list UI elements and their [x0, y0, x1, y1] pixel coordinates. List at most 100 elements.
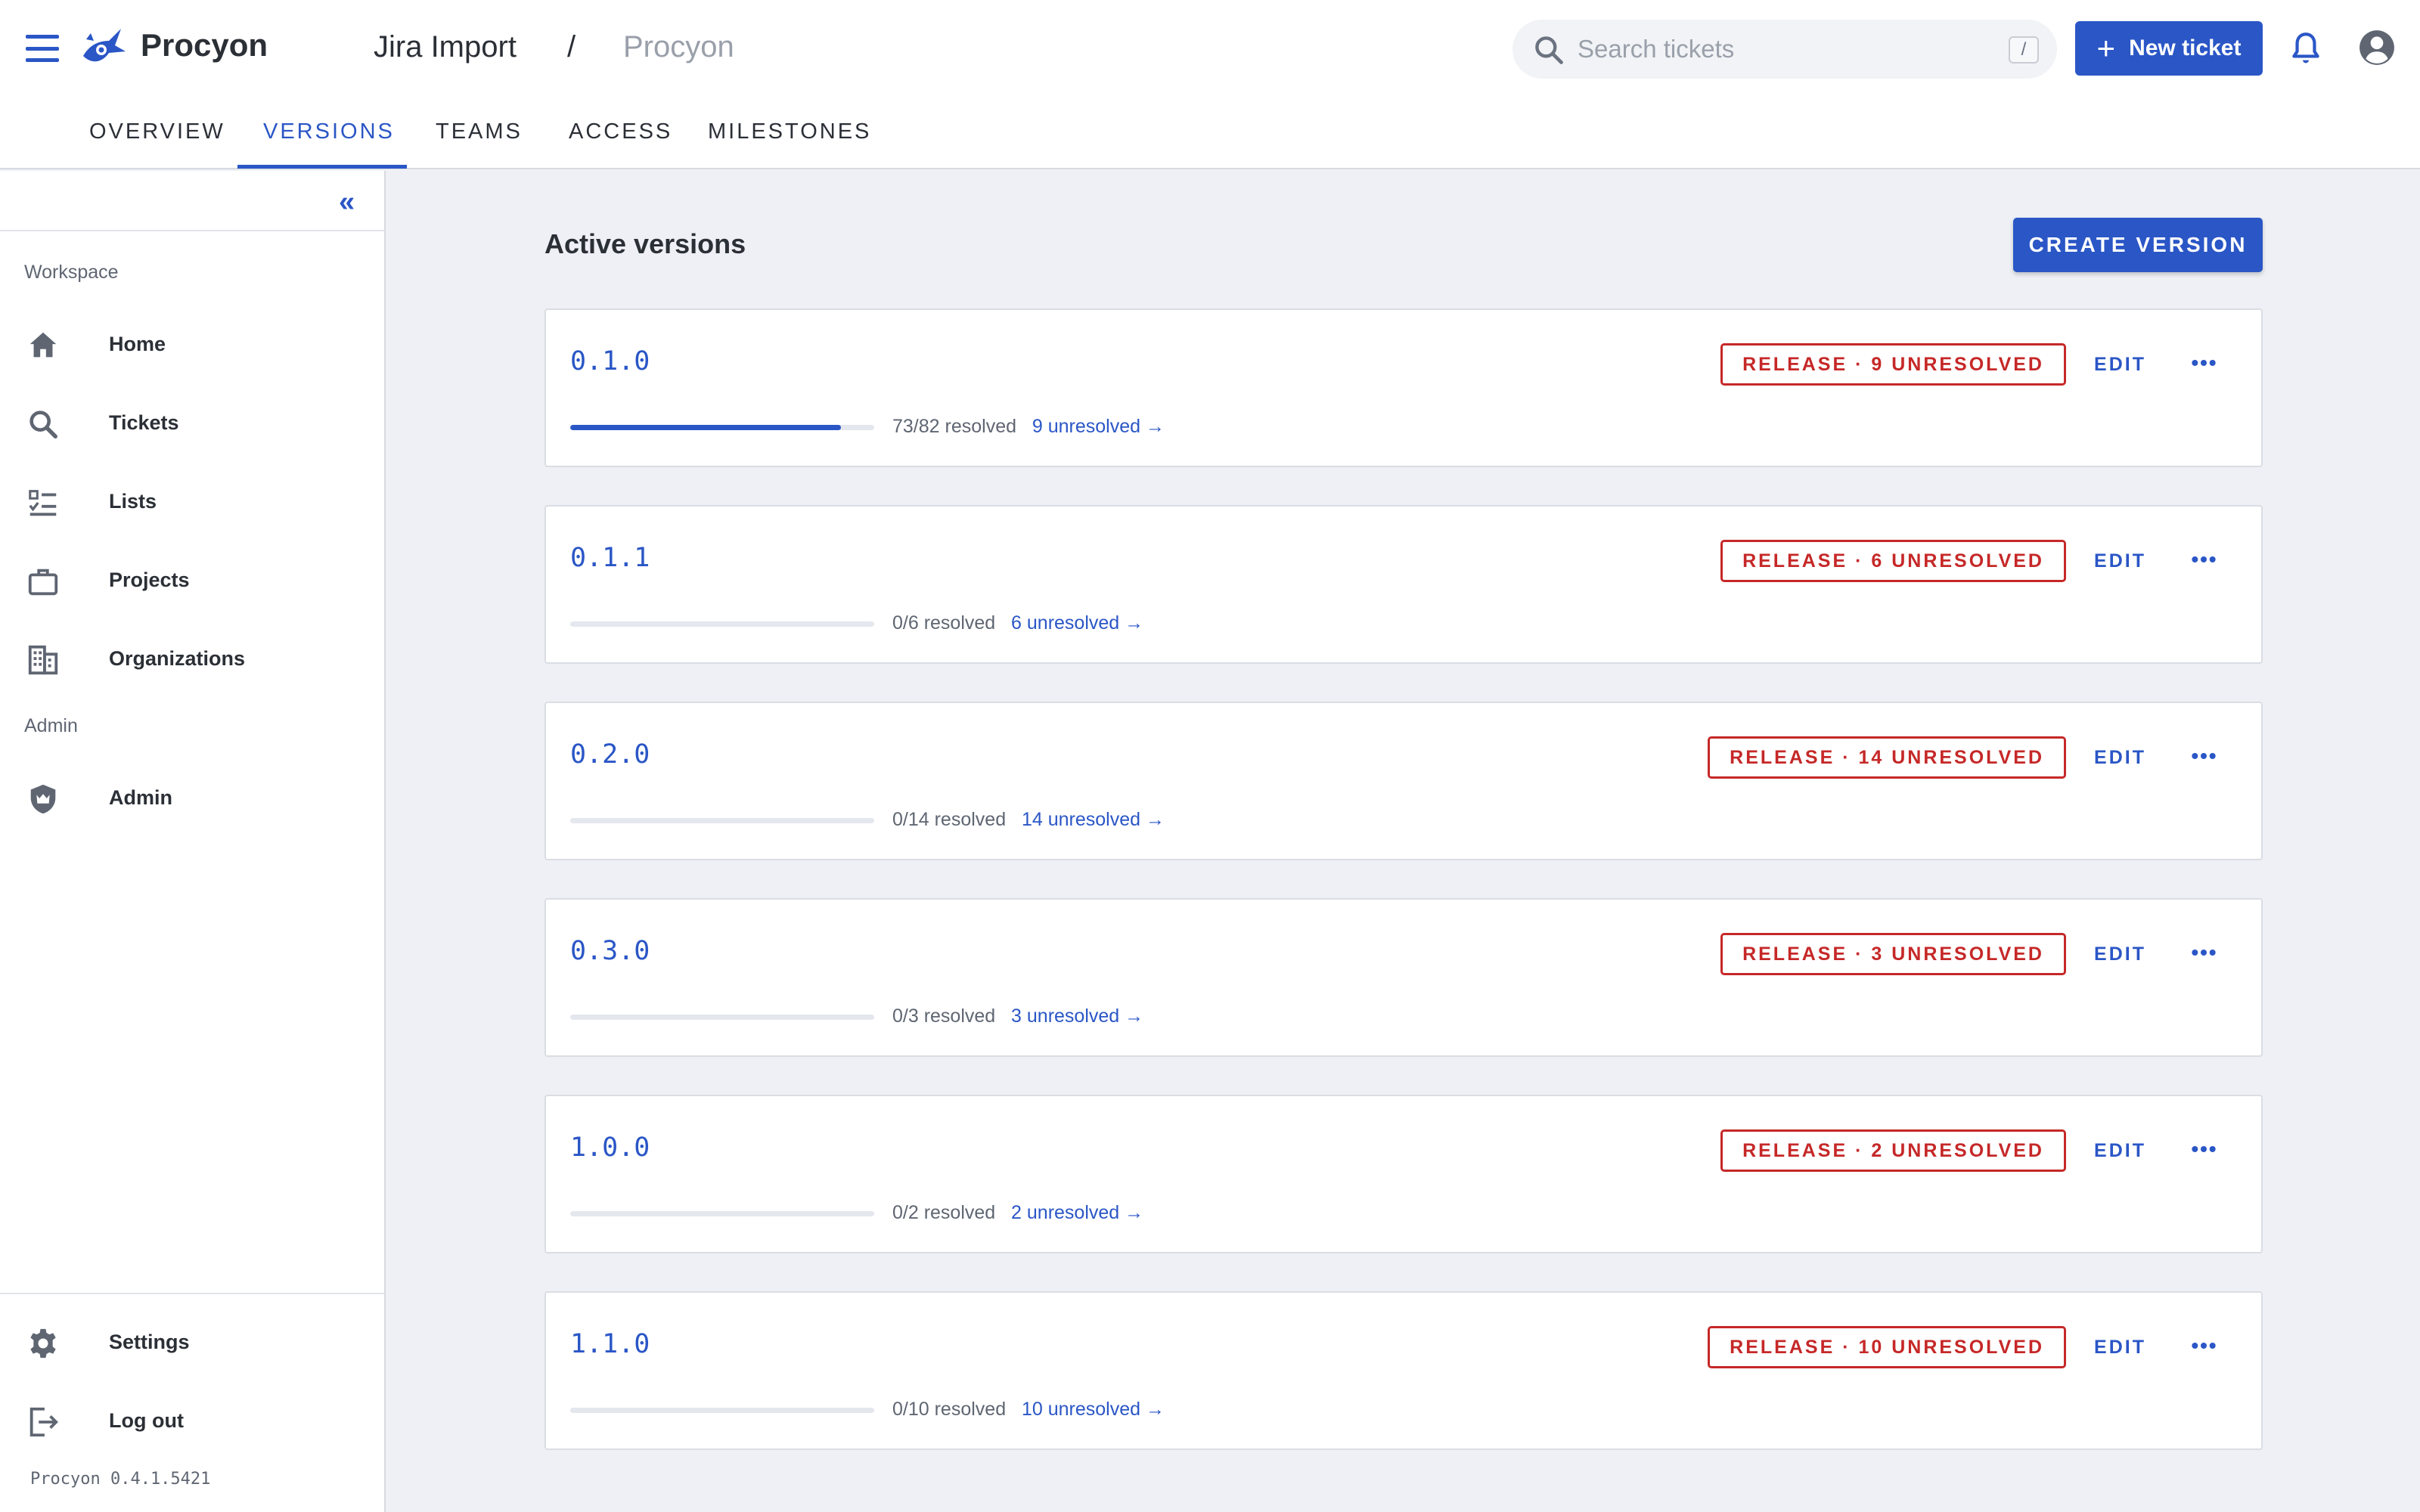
- version-card: 0.2.0 0/14 resolved 14 unresolved → RELE…: [544, 702, 2263, 860]
- sidebar-item-organizations[interactable]: Organizations: [0, 626, 384, 694]
- sidebar-item-label: Projects: [109, 569, 190, 591]
- home-icon: [29, 332, 57, 358]
- sidebar-item-tickets[interactable]: Tickets: [0, 390, 384, 458]
- page-title: Active versions: [544, 228, 746, 259]
- collapse-sidebar-button[interactable]: «: [339, 186, 355, 218]
- plus-icon: +: [2096, 30, 2116, 66]
- more-options-icon[interactable]: [2189, 741, 2219, 771]
- resolved-summary: 0/6 resolved 6 unresolved →: [892, 612, 1143, 634]
- briefcase-icon: [28, 569, 58, 596]
- more-options-icon[interactable]: [2189, 1331, 2219, 1361]
- sidebar-divider: [0, 230, 384, 231]
- release-button[interactable]: RELEASE · 9 UNRESOLVED: [1720, 343, 2066, 386]
- progress-bar: [570, 1211, 874, 1216]
- search-input[interactable]: Search tickets /: [1512, 20, 2057, 79]
- version-card: 0.3.0 0/3 resolved 3 unresolved → RELEAS…: [544, 898, 2263, 1057]
- shield-crown-icon: [30, 784, 56, 814]
- sidebar-item-label: Settings: [109, 1331, 190, 1353]
- edit-button[interactable]: EDIT: [2094, 747, 2146, 769]
- resolved-count: 73/82 resolved: [892, 416, 1017, 437]
- resolved-summary: 0/3 resolved 3 unresolved →: [892, 1005, 1143, 1027]
- sidebar-divider: [0, 1293, 384, 1294]
- admin-section-label: Admin: [24, 715, 78, 736]
- unresolved-link[interactable]: 2 unresolved →: [1011, 1202, 1143, 1223]
- more-options-icon[interactable]: [2189, 348, 2219, 378]
- gear-icon: [30, 1328, 56, 1359]
- version-name[interactable]: 0.2.0: [570, 739, 650, 770]
- sidebar-item-label: Home: [109, 333, 166, 355]
- resolved-summary: 0/10 resolved 10 unresolved →: [892, 1399, 1165, 1421]
- sidebar-item-label: Tickets: [109, 411, 179, 434]
- sidebar-item-home[interactable]: Home: [0, 311, 384, 380]
- active-tab-indicator: [237, 165, 407, 169]
- unresolved-link[interactable]: 6 unresolved →: [1011, 612, 1143, 634]
- sidebar-item-projects[interactable]: Projects: [0, 547, 384, 615]
- release-button[interactable]: RELEASE · 14 UNRESOLVED: [1708, 736, 2066, 779]
- logout-icon: [29, 1407, 58, 1437]
- version-name[interactable]: 1.1.0: [570, 1329, 650, 1359]
- sidebar-item-settings[interactable]: Settings: [0, 1309, 384, 1377]
- version-name[interactable]: 0.1.1: [570, 543, 650, 573]
- tab-teams[interactable]: TEAMS: [436, 119, 523, 144]
- menu-icon[interactable]: [26, 35, 59, 62]
- create-version-button[interactable]: CREATE VERSION: [2013, 218, 2263, 272]
- edit-button[interactable]: EDIT: [2094, 943, 2146, 965]
- resolved-summary: 73/82 resolved 9 unresolved →: [892, 416, 1165, 438]
- progress-fill: [570, 425, 841, 430]
- more-options-icon[interactable]: [2189, 1134, 2219, 1164]
- checklist-icon: [29, 490, 57, 516]
- sidebar: « Workspace Home Tickets Lists Projects: [0, 171, 386, 1512]
- release-button[interactable]: RELEASE · 6 UNRESOLVED: [1720, 540, 2066, 582]
- version-name[interactable]: 1.0.0: [570, 1132, 650, 1163]
- account-icon[interactable]: [2358, 29, 2396, 67]
- app-name[interactable]: Procyon: [141, 27, 268, 64]
- edit-button[interactable]: EDIT: [2094, 354, 2146, 376]
- edit-button[interactable]: EDIT: [2094, 550, 2146, 572]
- progress-bar: [570, 621, 874, 627]
- resolved-summary: 0/14 resolved 14 unresolved →: [892, 809, 1165, 831]
- sidebar-item-admin[interactable]: Admin: [0, 765, 384, 833]
- progress-bar: [570, 1408, 874, 1413]
- resolved-count: 0/14 resolved: [892, 809, 1007, 830]
- sidebar-item-logout[interactable]: Log out: [0, 1388, 384, 1456]
- tab-versions[interactable]: VERSIONS: [263, 119, 395, 144]
- tab-bar: OVERVIEW VERSIONS TEAMS ACCESS MILESTONE…: [0, 97, 2420, 169]
- edit-button[interactable]: EDIT: [2094, 1337, 2146, 1359]
- unresolved-link[interactable]: 14 unresolved →: [1022, 809, 1165, 830]
- unresolved-link[interactable]: 3 unresolved →: [1011, 1005, 1143, 1027]
- tab-overview[interactable]: OVERVIEW: [89, 119, 225, 144]
- sidebar-item-label: Log out: [109, 1409, 184, 1432]
- tab-access[interactable]: ACCESS: [569, 119, 672, 144]
- sidebar-item-label: Lists: [109, 490, 157, 513]
- release-button[interactable]: RELEASE · 10 UNRESOLVED: [1708, 1326, 2066, 1368]
- breadcrumb-separator: /: [567, 30, 576, 64]
- edit-button[interactable]: EDIT: [2094, 1140, 2146, 1162]
- bell-icon[interactable]: [2287, 29, 2325, 68]
- progress-bar: [570, 818, 874, 823]
- sidebar-item-lists[interactable]: Lists: [0, 469, 384, 537]
- new-ticket-label: New ticket: [2129, 36, 2242, 60]
- sidebar-item-label: Admin: [109, 786, 172, 809]
- sidebar-item-label: Organizations: [109, 647, 246, 670]
- search-placeholder: Search tickets: [1578, 35, 1735, 63]
- tab-milestones[interactable]: MILESTONES: [708, 119, 871, 144]
- version-name[interactable]: 0.1.0: [570, 346, 650, 376]
- unresolved-link[interactable]: 9 unresolved →: [1032, 416, 1165, 437]
- unresolved-link[interactable]: 10 unresolved →: [1022, 1399, 1165, 1420]
- workspace-section-label: Workspace: [24, 262, 119, 283]
- version-card: 0.1.0 73/82 resolved 9 unresolved → RELE…: [544, 308, 2263, 467]
- app-version: Procyon 0.4.1.5421: [30, 1470, 211, 1489]
- resolved-summary: 0/2 resolved 2 unresolved →: [892, 1202, 1143, 1224]
- building-icon: [28, 645, 58, 675]
- version-card: 0.1.1 0/6 resolved 6 unresolved → RELEAS…: [544, 505, 2263, 664]
- more-options-icon[interactable]: [2189, 937, 2219, 968]
- progress-bar: [570, 425, 874, 430]
- search-shortcut-hint: /: [2009, 36, 2039, 64]
- version-name[interactable]: 0.3.0: [570, 936, 650, 966]
- release-button[interactable]: RELEASE · 3 UNRESOLVED: [1720, 933, 2066, 975]
- breadcrumb-organization[interactable]: Jira Import: [374, 30, 517, 64]
- release-button[interactable]: RELEASE · 2 UNRESOLVED: [1720, 1129, 2066, 1172]
- more-options-icon[interactable]: [2189, 544, 2219, 575]
- resolved-count: 0/6 resolved: [892, 612, 996, 634]
- new-ticket-button[interactable]: + New ticket: [2075, 21, 2263, 76]
